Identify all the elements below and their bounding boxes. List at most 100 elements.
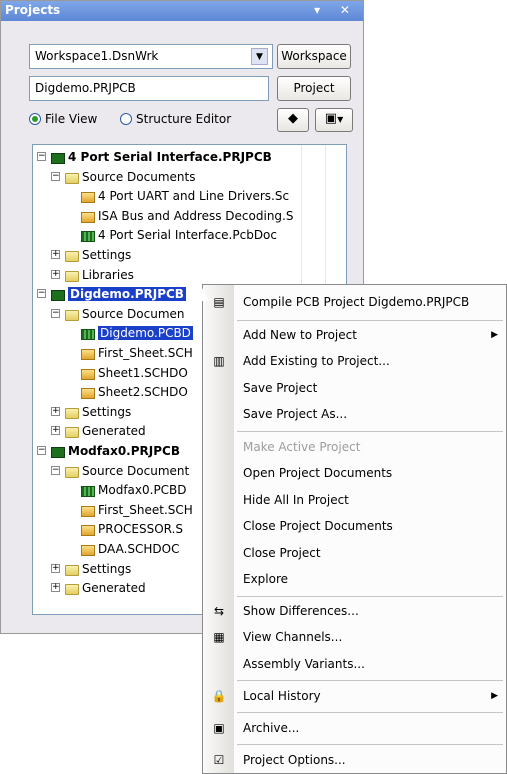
menu-explore[interactable]: Explore	[203, 567, 506, 591]
radio-unchecked-icon	[120, 113, 132, 125]
tree-row[interactable]: + folderSettings	[51, 247, 131, 263]
tree-row-label: Source Documen	[82, 306, 185, 321]
collapse-icon[interactable]: −	[37, 152, 46, 161]
tree-row-label: Settings	[82, 404, 132, 419]
collapse-icon[interactable]: −	[51, 465, 60, 475]
tree-row[interactable]: schFirst_Sheet.SCH	[81, 345, 193, 361]
tree-row[interactable]: sch4 Port UART and Line Drivers.Sc	[81, 188, 289, 204]
menu-show-diff-label: Show Differences...	[243, 604, 359, 618]
menu-add-new[interactable]: Add New to Project ▶	[203, 323, 506, 347]
prj-icon: prj	[51, 290, 65, 302]
tree-row-label: DAA.SCHDOC	[98, 542, 180, 556]
menu-local-history[interactable]: 🔒 Local History ▶	[203, 684, 506, 708]
prj-icon: prj	[51, 447, 65, 458]
folder-icon: folder	[65, 564, 79, 576]
tree-row-label: Settings	[82, 248, 132, 262]
tree-row-label: ISA Bus and Address Decoding.S	[98, 208, 294, 223]
tree-row-label: Libraries	[82, 267, 134, 282]
tree-row[interactable]: + folderGenerated	[51, 580, 146, 596]
menu-assembly-variants[interactable]: Assembly Variants...	[203, 652, 506, 676]
tree-row[interactable]: pcbModfax0.PCBD	[81, 482, 187, 498]
menu-hide-all[interactable]: Hide All In Project	[203, 488, 506, 512]
menu-open-docs[interactable]: Open Project Documents	[203, 461, 506, 485]
options-icon: ☑	[213, 753, 225, 767]
tree-row-label: Source Document	[82, 463, 190, 478]
tree-row-label: Digdemo.PRJPCB	[68, 287, 186, 302]
menu-save[interactable]: Save Project	[203, 376, 506, 400]
tree-row[interactable]: −prj4 Port Serial Interface.PRJPCB	[37, 149, 272, 165]
tree-row[interactable]: schFirst_Sheet.SCH	[81, 502, 193, 518]
collapse-icon[interactable]: −	[37, 289, 46, 299]
tree-row[interactable]: −prjDigdemo.PRJPCB	[37, 286, 186, 302]
folder-icon: folder	[65, 407, 79, 419]
tree-row-label: Generated	[82, 581, 146, 596]
tree-row[interactable]: schSheet2.SCHDO	[81, 384, 188, 400]
tree-row[interactable]: −folderSource Document	[51, 463, 189, 479]
context-menu: ▤ Compile PCB Project Digdemo.PRJPCB Add …	[202, 284, 507, 774]
tree-row[interactable]: + folderSettings	[51, 561, 131, 577]
chevron-down-icon[interactable]: ▼	[251, 48, 268, 65]
channels-icon: ▦	[213, 630, 225, 644]
menu-open-docs-label: Open Project Documents	[243, 466, 393, 480]
tree-row-label: Sheet2.SCHDO	[98, 385, 188, 400]
tree-row[interactable]: −folderSource Documents	[51, 169, 195, 185]
workspace-select[interactable]: Workspace1.DsnWrk ▼	[29, 44, 273, 69]
tree-row-label: Settings	[82, 561, 132, 576]
menu-explore-label: Explore	[243, 572, 289, 586]
tree-row[interactable]: + folderSettings	[51, 404, 131, 420]
open-dropdown-button[interactable]: ▣▼	[315, 108, 353, 132]
tree-row[interactable]: schPROCESSOR.S	[81, 521, 183, 537]
expand-icon[interactable]: +	[51, 426, 60, 436]
menu-close-project-label: Close Project	[243, 546, 321, 560]
radio-structure-editor[interactable]: Structure Editor	[120, 112, 231, 126]
collapse-icon[interactable]: −	[51, 308, 60, 318]
radio-file-view[interactable]: File View	[29, 112, 97, 126]
expand-icon[interactable]: +	[51, 406, 60, 416]
tree-row-label: 4 Port Serial Interface.PRJPCB	[68, 150, 272, 164]
menu-separator	[237, 320, 503, 321]
project-field[interactable]: Digdemo.PRJPCB	[29, 76, 269, 101]
radio-checked-icon	[29, 113, 41, 125]
tree-row[interactable]: + folderLibraries	[51, 267, 134, 283]
menu-save-as[interactable]: Save Project As...	[203, 402, 506, 426]
project-value: Digdemo.PRJPCB	[35, 81, 136, 95]
tree-row[interactable]: + folderGenerated	[51, 423, 146, 439]
menu-add-existing[interactable]: ▥ Add Existing to Project...	[203, 349, 506, 373]
menu-close-docs[interactable]: Close Project Documents	[203, 514, 506, 538]
menu-archive-label: Archive...	[243, 721, 300, 735]
expand-icon[interactable]: +	[51, 250, 60, 259]
collapse-icon[interactable]: −	[37, 446, 46, 455]
archive-icon: ▣	[213, 721, 225, 735]
tree-row-label: Sheet1.SCHDO	[98, 365, 188, 380]
menu-separator	[237, 712, 503, 713]
menu-project-options-label: Project Options...	[243, 753, 346, 767]
menu-close-project[interactable]: Close Project	[203, 541, 506, 565]
menu-show-diff[interactable]: ⇆ Show Differences...	[203, 599, 506, 623]
expand-icon[interactable]: +	[51, 563, 60, 573]
compile-toolbar-button[interactable]: ◆	[277, 108, 309, 132]
tree-row[interactable]: pcbDigdemo.PCBD	[81, 325, 193, 341]
collapse-icon[interactable]: −	[51, 171, 60, 181]
menu-add-existing-label: Add Existing to Project...	[243, 354, 390, 368]
tree-row[interactable]: pcb4 Port Serial Interface.PcbDoc	[81, 227, 277, 243]
tree-row[interactable]: −folderSource Documen	[51, 306, 185, 322]
tree-row[interactable]: schDAA.SCHDOC	[81, 541, 179, 557]
workspace-button[interactable]: Workspace	[277, 44, 351, 69]
menu-view-channels[interactable]: ▦ View Channels...	[203, 625, 506, 649]
folder-icon: folder	[65, 309, 79, 321]
menu-compile[interactable]: ▤ Compile PCB Project Digdemo.PRJPCB	[203, 290, 506, 314]
tree-row[interactable]: −prjModfax0.PRJPCB	[37, 443, 180, 459]
menu-project-options[interactable]: ☑ Project Options...	[203, 748, 506, 772]
expand-icon[interactable]: +	[51, 583, 60, 593]
expand-icon[interactable]: +	[51, 269, 60, 279]
project-button[interactable]: Project	[277, 76, 351, 101]
folder-icon: folder	[65, 427, 79, 439]
menu-archive[interactable]: ▣ Archive...	[203, 716, 506, 740]
tree-row[interactable]: schISA Bus and Address Decoding.S	[81, 208, 293, 224]
panel-controls[interactable]: ▾ ✕	[314, 3, 358, 17]
radio-structure-editor-label: Structure Editor	[136, 112, 232, 126]
menu-make-active-label: Make Active Project	[243, 440, 361, 454]
menu-compile-label: Compile PCB Project Digdemo.PRJPCB	[243, 295, 470, 309]
tree-row[interactable]: schSheet1.SCHDO	[81, 365, 188, 381]
tree-row-label: Generated	[82, 424, 146, 439]
